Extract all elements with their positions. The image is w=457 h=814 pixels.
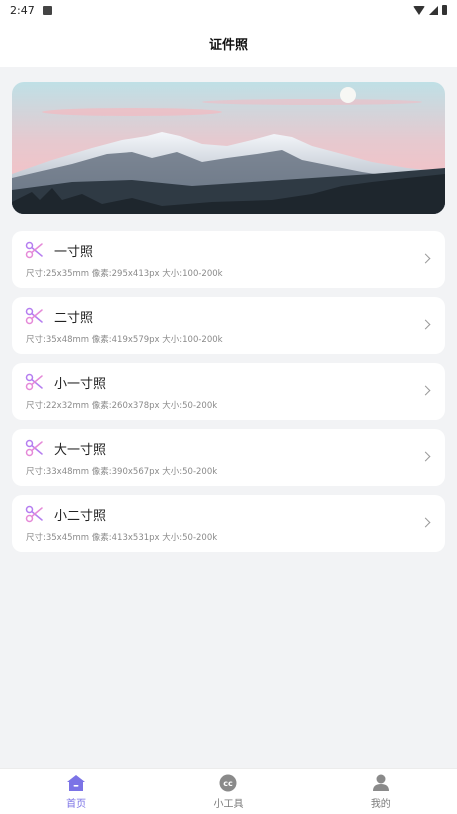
- title-bar: 证件照: [0, 20, 457, 67]
- nav-mine[interactable]: 我的: [305, 769, 457, 814]
- scissors-icon: [25, 373, 43, 391]
- item-spec: 尺寸:22x32mm 像素:260x378px 大小:50-200k: [26, 401, 218, 411]
- item-title: 二寸照: [54, 311, 94, 326]
- chevron-right-icon: [420, 451, 431, 462]
- scissors-icon: [25, 241, 43, 259]
- item-title: 一寸照: [54, 245, 94, 260]
- banner-image[interactable]: [12, 82, 445, 214]
- mountain-landscape-image: [12, 82, 445, 214]
- home-icon: [67, 774, 86, 791]
- list-item[interactable]: 二寸照 尺寸:35x48mm 像素:419x579px 大小:100-200k: [12, 297, 445, 354]
- item-title: 大一寸照: [54, 443, 107, 458]
- nav-home[interactable]: 首页: [0, 769, 152, 814]
- chevron-right-icon: [420, 385, 431, 396]
- nav-tools-label: 小工具: [213, 798, 244, 810]
- item-title: 小一寸照: [54, 377, 107, 392]
- page-title: 证件照: [208, 38, 248, 53]
- list-item[interactable]: 大一寸照 尺寸:33x48mm 像素:390x567px 大小:50-200k: [12, 429, 445, 486]
- scissors-icon: [25, 505, 43, 523]
- item-title: 小二寸照: [54, 509, 107, 524]
- status-icons: [413, 5, 447, 15]
- wifi-icon: [413, 5, 425, 15]
- nav-home-label: 首页: [66, 798, 87, 810]
- scissors-icon: [25, 439, 43, 457]
- chevron-right-icon: [420, 319, 431, 330]
- item-spec: 尺寸:35x48mm 像素:419x579px 大小:100-200k: [26, 335, 223, 345]
- signal-icon: [429, 5, 438, 15]
- svg-text:cc: cc: [224, 779, 234, 788]
- user-icon: [372, 774, 389, 791]
- list-item[interactable]: 一寸照 尺寸:25x35mm 像素:295x413px 大小:100-200k: [12, 231, 445, 288]
- battery-icon: [442, 5, 447, 15]
- screen: 2:47 证件照 一寸照 尺寸:25x35mm 像素:295x413px 大小:…: [0, 0, 457, 814]
- status-bar: 2:47: [0, 0, 457, 20]
- cc-icon: cc: [219, 774, 237, 791]
- list-item[interactable]: 小一寸照 尺寸:22x32mm 像素:260x378px 大小:50-200k: [12, 363, 445, 420]
- item-spec: 尺寸:25x35mm 像素:295x413px 大小:100-200k: [26, 269, 223, 279]
- nav-mine-label: 我的: [370, 798, 391, 810]
- nav-tools[interactable]: cc 小工具: [152, 769, 304, 814]
- scissors-icon: [25, 307, 43, 325]
- bottom-nav: 首页 cc 小工具 我的: [0, 768, 457, 814]
- chevron-right-icon: [420, 253, 431, 264]
- notification-icon: [42, 5, 52, 15]
- list-item[interactable]: 小二寸照 尺寸:35x45mm 像素:413x531px 大小:50-200k: [12, 495, 445, 552]
- chevron-right-icon: [420, 517, 431, 528]
- status-time: 2:47: [10, 3, 35, 17]
- item-spec: 尺寸:33x48mm 像素:390x567px 大小:50-200k: [26, 467, 218, 477]
- item-spec: 尺寸:35x45mm 像素:413x531px 大小:50-200k: [26, 533, 218, 543]
